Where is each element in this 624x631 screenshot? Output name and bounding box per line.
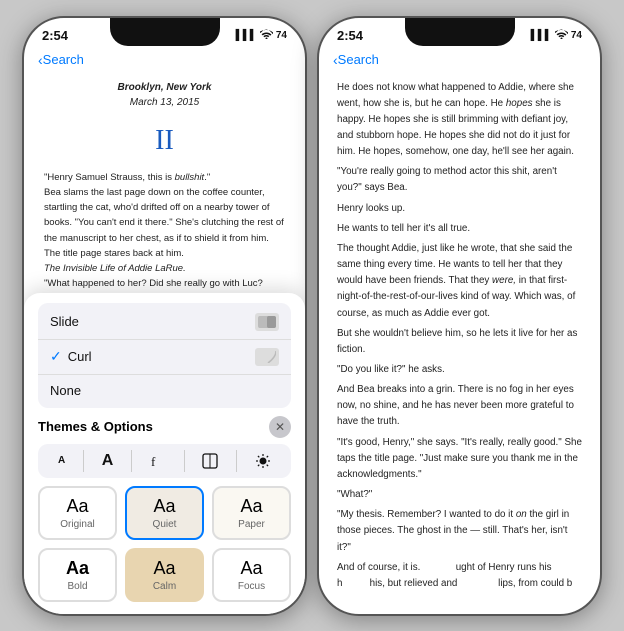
font-large-button[interactable]: A <box>96 450 120 472</box>
status-time-right: 2:54 <box>337 28 363 43</box>
theme-original-label: Original <box>50 519 105 530</box>
themes-title: Themes & Options <box>38 418 153 436</box>
phones-container: 2:54 ▌▌▌ 74 ‹ Search Brooklyn, New York … <box>22 16 602 616</box>
font-controls: A A f <box>38 444 291 478</box>
brightness-icon[interactable] <box>249 450 277 472</box>
right-phone: 2:54 ▌▌▌ 74 ‹ Search He does not know wh… <box>317 16 602 616</box>
font-divider-3 <box>184 450 185 472</box>
theme-quiet[interactable]: Aa Quiet <box>125 486 204 540</box>
themes-header: Themes & Options ✕ <box>38 416 291 438</box>
theme-paper[interactable]: Aa Paper <box>212 486 291 540</box>
theme-paper-aa: Aa <box>224 496 279 517</box>
status-icons-left: ▌▌▌ 74 <box>236 29 287 42</box>
font-style-button[interactable]: f <box>144 450 172 472</box>
right-book-content: He does not know what happened to Addie,… <box>319 72 600 593</box>
slide-option-none-label: None <box>50 383 81 398</box>
slide-option-slide[interactable]: Slide <box>38 305 291 340</box>
svg-text:f: f <box>151 454 156 469</box>
font-divider-1 <box>83 450 84 472</box>
notch <box>110 18 220 46</box>
slide-icon <box>255 313 279 331</box>
signal-icon: ▌▌▌ <box>236 30 257 41</box>
nav-bar-right[interactable]: ‹ Search <box>319 50 600 72</box>
notch-right <box>405 18 515 46</box>
theme-focus-label: Focus <box>224 581 279 592</box>
left-phone: 2:54 ▌▌▌ 74 ‹ Search Brooklyn, New York … <box>22 16 307 616</box>
book-icon[interactable] <box>196 450 224 472</box>
font-small-button[interactable]: A <box>52 453 71 468</box>
battery-icon-right: 74 <box>571 30 582 41</box>
nav-bar-left[interactable]: ‹ Search <box>24 50 305 72</box>
close-button[interactable]: ✕ <box>269 416 291 438</box>
theme-calm-label: Calm <box>137 581 192 592</box>
status-icons-right: ▌▌▌ 74 <box>531 29 582 42</box>
theme-bold-label: Bold <box>50 581 105 592</box>
book-chapter: II <box>44 119 285 162</box>
status-time-left: 2:54 <box>42 28 68 43</box>
theme-original-aa: Aa <box>50 496 105 517</box>
battery-icon: 74 <box>276 30 287 41</box>
theme-focus-aa: Aa <box>224 558 279 579</box>
theme-quiet-label: Quiet <box>137 519 192 530</box>
nav-back-label-left[interactable]: Search <box>43 52 84 67</box>
theme-calm-aa: Aa <box>137 558 192 579</box>
theme-bold[interactable]: Aa Bold <box>38 548 117 602</box>
slide-option-curl[interactable]: ✓ Curl <box>38 340 291 375</box>
theme-focus[interactable]: Aa Focus <box>212 548 291 602</box>
wifi-icon <box>260 29 273 42</box>
wifi-icon-right <box>555 29 568 42</box>
theme-bold-aa: Aa <box>50 558 105 579</box>
book-location: Brooklyn, New York March 13, 2015 <box>44 80 285 111</box>
overlay-panel: Slide ✓ Curl None <box>24 293 305 614</box>
slide-options-menu: Slide ✓ Curl None <box>38 303 291 408</box>
theme-paper-label: Paper <box>224 519 279 530</box>
check-icon: ✓ <box>50 348 62 365</box>
theme-grid: Aa Original Aa Quiet Aa Paper Aa Bold Aa <box>38 486 291 602</box>
font-divider-2 <box>131 450 132 472</box>
theme-original[interactable]: Aa Original <box>38 486 117 540</box>
slide-option-curl-label: Curl <box>68 349 255 364</box>
theme-calm[interactable]: Aa Calm <box>125 548 204 602</box>
themes-label: Themes & Options <box>38 419 153 434</box>
theme-quiet-aa: Aa <box>137 496 192 517</box>
slide-option-slide-label: Slide <box>50 314 79 329</box>
slide-option-none[interactable]: None <box>38 375 291 406</box>
curl-icon <box>255 348 279 366</box>
nav-back-label-right[interactable]: Search <box>338 52 379 67</box>
signal-icon-right: ▌▌▌ <box>531 30 552 41</box>
font-divider-4 <box>236 450 237 472</box>
